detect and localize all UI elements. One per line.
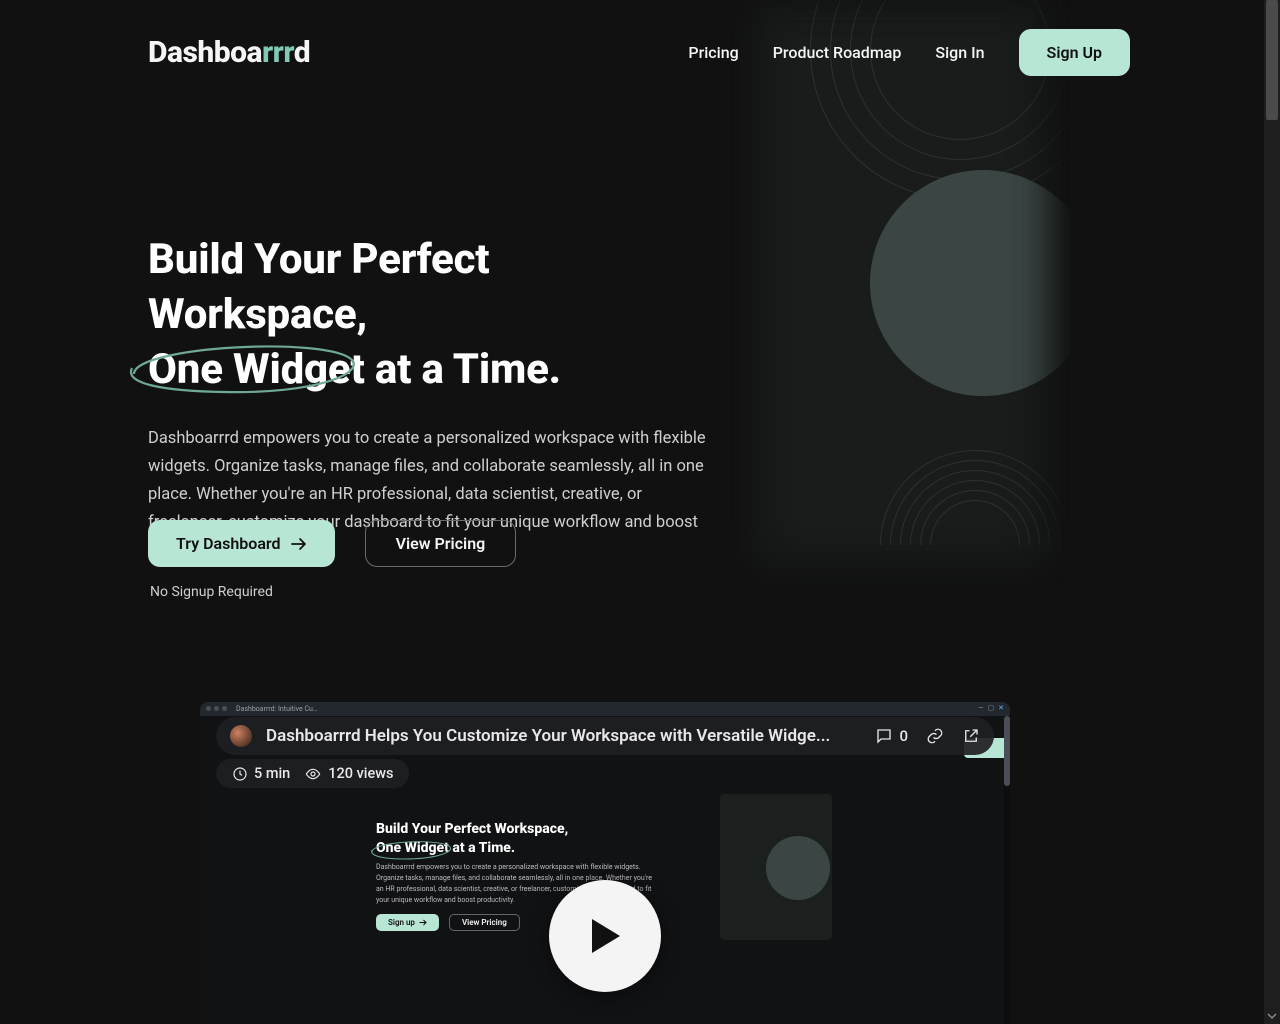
- inner-signup-button[interactable]: Sign up: [376, 914, 439, 931]
- main-nav: Pricing Product Roadmap Sign In Sign Up: [688, 29, 1130, 76]
- brand-part-accent: rrr: [262, 35, 294, 70]
- brand-logo[interactable]: Dashboarrrd: [148, 35, 310, 70]
- video-title: Dashboarrrd Helps You Customize Your Wor…: [266, 726, 861, 746]
- open-external-button[interactable]: [962, 727, 980, 745]
- arrow-right-icon: [291, 537, 307, 551]
- hero-heading-line2: at a Time.: [365, 345, 561, 394]
- embed-scrollbar-thumb[interactable]: [1004, 716, 1010, 786]
- video-meta-pill: 5 min 120 views: [216, 759, 409, 788]
- clock-icon: [232, 766, 248, 782]
- embed-scrollbar[interactable]: [1004, 716, 1010, 1024]
- eye-icon: [304, 766, 322, 782]
- comments-count[interactable]: 0: [875, 727, 908, 745]
- scroll-down-arrow-icon[interactable]: [1264, 1008, 1280, 1024]
- comment-icon: [875, 727, 893, 745]
- inner-cta-row: Sign up View Pricing: [376, 914, 520, 931]
- copy-link-button[interactable]: [926, 727, 944, 745]
- signup-button[interactable]: Sign Up: [1019, 29, 1130, 76]
- window-maximize-icon[interactable]: ▢: [988, 704, 995, 712]
- external-link-icon: [962, 727, 980, 745]
- page-scrollbar[interactable]: [1264, 0, 1280, 1024]
- brand-part-1: Dashboa: [148, 35, 262, 70]
- hero-note: No Signup Required: [150, 584, 273, 600]
- video-duration: 5 min: [232, 765, 290, 782]
- nav-roadmap[interactable]: Product Roadmap: [773, 43, 902, 62]
- inner-view-pricing-button[interactable]: View Pricing: [449, 914, 520, 931]
- video-views: 120 views: [304, 765, 393, 782]
- try-dashboard-button[interactable]: Try Dashboard: [148, 520, 335, 567]
- video-author-avatar[interactable]: [230, 725, 252, 747]
- hero-copy: Build Your Perfect Workspace, One Widget…: [148, 232, 708, 565]
- embed-tab-title: Dashboarrrd: Intuitive Cu…: [236, 705, 318, 713]
- hero-heading-circled: One Widget: [148, 342, 365, 397]
- inner-decorative-circle: [766, 836, 830, 900]
- hero-heading-line1: Build Your Perfect Workspace,: [148, 235, 489, 339]
- site-header: Dashboarrrd Pricing Product Roadmap Sign…: [0, 0, 1280, 104]
- brand-part-2: d: [294, 35, 310, 70]
- page-scrollbar-thumb[interactable]: [1266, 0, 1278, 120]
- window-close-icon[interactable]: ✕: [998, 704, 1004, 712]
- hero-heading: Build Your Perfect Workspace, One Widget…: [148, 232, 708, 397]
- inner-heading: Build Your Perfect Workspace, One Widget…: [376, 820, 568, 858]
- view-pricing-button[interactable]: View Pricing: [365, 520, 517, 567]
- play-icon: [588, 917, 622, 955]
- window-controls: — ▢ ✕: [978, 704, 1004, 712]
- window-traffic-lights-icon: [206, 705, 230, 713]
- decorative-circle: [870, 170, 1070, 396]
- embed-window-chrome: Dashboarrrd: Intuitive Cu… — ▢ ✕: [200, 702, 1010, 716]
- play-button[interactable]: [549, 880, 661, 992]
- nav-signin[interactable]: Sign In: [935, 43, 984, 62]
- window-minimize-icon[interactable]: —: [978, 704, 983, 712]
- inner-decorative-panel: [720, 794, 832, 940]
- hero-cta-row: Try Dashboard View Pricing: [148, 520, 516, 567]
- link-icon: [926, 727, 944, 745]
- video-overlay-bar: Dashboarrrd Helps You Customize Your Wor…: [216, 717, 994, 755]
- nav-pricing[interactable]: Pricing: [688, 43, 738, 62]
